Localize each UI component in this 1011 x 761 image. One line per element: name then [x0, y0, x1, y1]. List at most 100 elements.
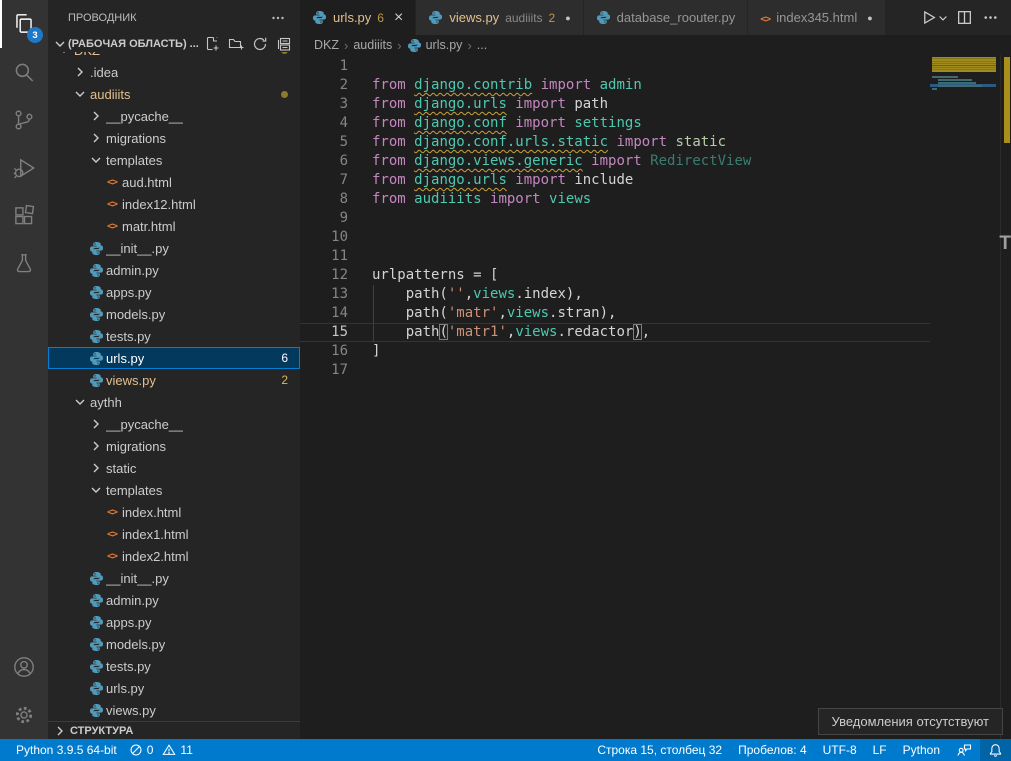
account-icon[interactable] [0, 643, 48, 691]
code-line-8: from audiiits import views [372, 190, 751, 209]
tree-item-models-py[interactable]: models.py [48, 303, 300, 325]
python-interpreter-item[interactable]: Python 3.9.5 64-bit [10, 739, 123, 761]
explorer-icon[interactable]: 3 [0, 0, 48, 48]
tree-item-admin-py[interactable]: admin.py [48, 589, 300, 611]
tree-item-templates[interactable]: templates [48, 479, 300, 501]
tree-item-init-py[interactable]: __init__.py [48, 567, 300, 589]
tree-item-urls-py[interactable]: urls.py [48, 677, 300, 699]
tree-item-label: models.py [106, 307, 165, 322]
tree-item-index-html[interactable]: <>index.html [48, 501, 300, 523]
run-button[interactable] [917, 7, 939, 29]
tree-item-views-py[interactable]: views.py2 [48, 369, 300, 391]
outline-section-header[interactable]: СТРУКТУРА [48, 721, 300, 739]
tree-item-label: __pycache__ [106, 417, 183, 432]
overview-ruler[interactable] [1000, 55, 1011, 739]
breadcrumb-separator-icon: › [397, 38, 401, 53]
split-editor-icon[interactable] [953, 7, 975, 29]
run-debug-icon[interactable] [0, 144, 48, 192]
tree-item-models-py[interactable]: models.py [48, 633, 300, 655]
language-mode-item[interactable]: Python [895, 739, 948, 761]
tab-dirty-dot[interactable]: ● [867, 13, 872, 23]
tree-item-pycache[interactable]: __pycache__ [48, 105, 300, 127]
line-number: 9 [300, 209, 348, 228]
eol-item[interactable]: LF [865, 739, 895, 761]
tree-item-tests-py[interactable]: tests.py [48, 325, 300, 347]
breadcrumb-label: ... [477, 38, 487, 52]
breadcrumb-separator-icon: › [344, 38, 348, 53]
tree-item-label: apps.py [106, 285, 152, 300]
collapse-all-icon[interactable] [276, 36, 292, 52]
tab-database-roouter-py[interactable]: database_roouter.py [584, 0, 749, 35]
tree-item-tests-py[interactable]: tests.py [48, 655, 300, 677]
tree-item-index12-html[interactable]: <>index12.html [48, 193, 300, 215]
more-actions-icon[interactable] [979, 7, 1001, 29]
activity-bar: 3 [0, 0, 48, 739]
new-folder-icon[interactable] [228, 36, 244, 52]
html-file-icon: <> [104, 218, 120, 234]
tree-item-matr-html[interactable]: <>matr.html [48, 215, 300, 237]
explorer-more-actions-icon[interactable] [270, 10, 286, 26]
code-line-14: path('matr',views.stran), [372, 304, 751, 323]
minimap[interactable] [930, 55, 1000, 739]
line-number: 3 [300, 95, 348, 114]
run-dropdown-chevron-icon[interactable] [937, 7, 949, 29]
tree-item-views-py[interactable]: views.py [48, 699, 300, 721]
code-line-16: ] [372, 342, 751, 361]
notifications-bell-icon[interactable] [980, 739, 1011, 761]
tab-dirty-dot[interactable]: ● [565, 13, 570, 23]
new-file-icon[interactable] [204, 36, 220, 52]
html-file-icon: <> [104, 504, 120, 520]
line-number: 1 [300, 57, 348, 76]
code-editor[interactable]: 1234567891011121314151617 from django.co… [300, 55, 1011, 739]
python-file-icon [88, 570, 104, 586]
code-line-15: path('matr1',views.redactor), [372, 323, 751, 342]
breadcrumb-item-dkz[interactable]: DKZ [314, 38, 339, 52]
tree-item-label: apps.py [106, 615, 152, 630]
tab-views-py[interactable]: views.pyaudiiits2● [416, 0, 583, 35]
tree-item-dkz[interactable]: DKZ [48, 52, 300, 61]
problems-item[interactable]: 0 11 [123, 739, 199, 761]
tab-index345-html[interactable]: <>index345.html● [748, 0, 885, 35]
line-number: 11 [300, 247, 348, 266]
tree-item-aud-html[interactable]: <>aud.html [48, 171, 300, 193]
tree-item-index1-html[interactable]: <>index1.html [48, 523, 300, 545]
tree-item-index2-html[interactable]: <>index2.html [48, 545, 300, 567]
encoding-item[interactable]: UTF-8 [815, 739, 865, 761]
source-control-icon[interactable] [0, 96, 48, 144]
tree-item-idea[interactable]: .idea [48, 61, 300, 83]
refresh-icon[interactable] [252, 36, 268, 52]
line-number: 14 [300, 304, 348, 323]
tab-urls-py[interactable]: urls.py6× [300, 0, 416, 35]
tree-item-apps-py[interactable]: apps.py [48, 281, 300, 303]
breadcrumb-item-audiiits[interactable]: audiiits [353, 38, 392, 52]
testing-icon[interactable] [0, 240, 48, 288]
errors-icon [129, 743, 143, 757]
tree-item-pycache[interactable]: __pycache__ [48, 413, 300, 435]
tree-item-static[interactable]: static [48, 457, 300, 479]
search-icon[interactable] [0, 48, 48, 96]
python-file-icon [88, 680, 104, 696]
breadcrumb-item-urls-py[interactable]: urls.py [407, 38, 463, 53]
tree-item-admin-py[interactable]: admin.py [48, 259, 300, 281]
feedback-icon[interactable] [948, 739, 980, 761]
tree-item-label: .idea [90, 65, 118, 80]
workspace-section-header[interactable]: (РАБОЧАЯ ОБЛАСТЬ) ... [48, 35, 300, 52]
breadcrumb-item-[interactable]: ... [477, 38, 487, 52]
tree-item-init-py[interactable]: __init__.py [48, 237, 300, 259]
tree-item-templates[interactable]: templates [48, 149, 300, 171]
line-number: 17 [300, 361, 348, 380]
tree-item-audiiits[interactable]: audiiits [48, 83, 300, 105]
tab-description: audiiits [505, 11, 542, 25]
cursor-position-item[interactable]: Строка 15, столбец 32 [589, 739, 730, 761]
tree-item-migrations[interactable]: migrations [48, 435, 300, 457]
file-tree: DKZ.ideaaudiiits__pycache__migrationstem… [48, 52, 300, 721]
settings-gear-icon[interactable] [0, 691, 48, 739]
tab-label: views.py [449, 10, 499, 25]
tree-item-apps-py[interactable]: apps.py [48, 611, 300, 633]
extensions-icon[interactable] [0, 192, 48, 240]
tree-item-urls-py[interactable]: urls.py6 [48, 347, 300, 369]
tree-item-migrations[interactable]: migrations [48, 127, 300, 149]
tree-item-aythh[interactable]: aythh [48, 391, 300, 413]
tab-close-icon[interactable]: × [394, 10, 403, 26]
indentation-item[interactable]: Пробелов: 4 [730, 739, 815, 761]
